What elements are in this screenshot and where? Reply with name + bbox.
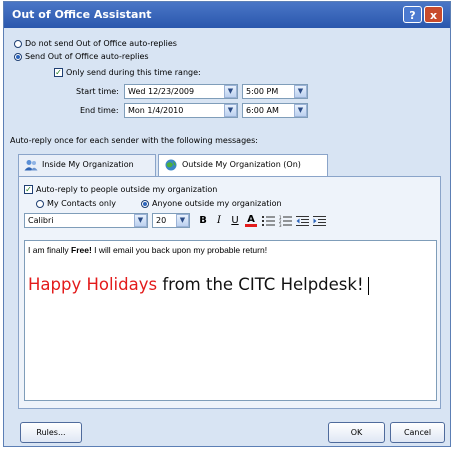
do-not-send-label[interactable]: Do not send Out of Office auto-replies bbox=[25, 39, 177, 49]
font-color-button[interactable]: A bbox=[245, 215, 257, 227]
start-time-select[interactable]: 5:00 PM ▼ bbox=[242, 84, 308, 99]
cancel-button[interactable]: Cancel bbox=[390, 422, 445, 443]
rules-button[interactable]: Rules... bbox=[20, 422, 82, 443]
end-date-picker[interactable]: Mon 1/4/2010 ▼ bbox=[124, 103, 238, 118]
do-not-send-radio[interactable] bbox=[14, 40, 22, 48]
decrease-indent-icon[interactable] bbox=[296, 215, 309, 227]
text-cursor bbox=[367, 276, 369, 295]
end-time-select[interactable]: 6:00 AM ▼ bbox=[242, 103, 308, 118]
message-editor[interactable]: I am finally Free! I will email you back… bbox=[24, 240, 437, 401]
chevron-down-icon[interactable]: ▼ bbox=[224, 104, 237, 117]
bullets-icon[interactable] bbox=[262, 215, 275, 227]
font-value: Calibri bbox=[28, 216, 54, 225]
time-range-label[interactable]: Only send during this time range: bbox=[66, 68, 201, 78]
chevron-down-icon[interactable]: ▼ bbox=[294, 104, 307, 117]
anyone-outside-radio[interactable] bbox=[141, 200, 149, 208]
bold-button[interactable]: B bbox=[197, 215, 209, 227]
message-red-text: Happy Holidays bbox=[28, 275, 158, 294]
chevron-down-icon[interactable]: ▼ bbox=[294, 85, 307, 98]
window-title: Out of Office Assistant bbox=[12, 8, 152, 21]
anyone-outside-label[interactable]: Anyone outside my organization bbox=[152, 199, 282, 209]
start-time-value: 5:00 PM bbox=[246, 87, 279, 96]
my-contacts-only-label[interactable]: My Contacts only bbox=[47, 199, 116, 209]
message-text: from the CITC Helpdesk! bbox=[157, 275, 364, 294]
end-time-label: End time: bbox=[80, 106, 119, 115]
tab-outside-organization[interactable]: Outside My Organization (On) bbox=[158, 154, 328, 177]
my-contacts-only-radio[interactable] bbox=[36, 200, 44, 208]
end-date-value: Mon 1/4/2010 bbox=[128, 106, 184, 115]
start-date-picker[interactable]: Wed 12/23/2009 ▼ bbox=[124, 84, 238, 99]
help-button[interactable]: ? bbox=[403, 6, 422, 23]
font-size-select[interactable]: 20 ▼ bbox=[152, 213, 190, 228]
tab-inside-label: Inside My Organization bbox=[42, 160, 134, 169]
people-icon bbox=[24, 159, 38, 170]
time-range-checkbox[interactable]: ✓ bbox=[54, 68, 63, 77]
close-button[interactable]: x bbox=[424, 6, 443, 23]
autoreply-caption: Auto-reply once for each sender with the… bbox=[10, 136, 258, 145]
message-text: I am finally bbox=[28, 245, 71, 255]
tab-inside-organization[interactable]: Inside My Organization bbox=[18, 154, 156, 176]
send-radio[interactable] bbox=[14, 53, 22, 61]
start-date-value: Wed 12/23/2009 bbox=[128, 87, 195, 96]
increase-indent-icon[interactable] bbox=[313, 215, 326, 227]
numbering-icon[interactable]: 1 2 3 bbox=[279, 215, 292, 227]
ok-button[interactable]: OK bbox=[328, 422, 385, 443]
autoreply-outside-checkbox[interactable]: ✓ bbox=[24, 185, 33, 194]
tab-strip: Inside My Organization Outside My Organi… bbox=[18, 154, 441, 177]
globe-icon bbox=[165, 159, 177, 170]
chevron-down-icon[interactable]: ▼ bbox=[134, 214, 147, 227]
message-bold-text: Free! bbox=[71, 245, 92, 255]
start-time-label: Start time: bbox=[76, 87, 119, 96]
message-line-2: Happy Holidays from the CITC Helpdesk! bbox=[28, 275, 369, 295]
svg-text:3: 3 bbox=[279, 223, 282, 227]
out-of-office-dialog: Out of Office Assistant ? x Do not send … bbox=[3, 1, 451, 447]
title-bar[interactable]: Out of Office Assistant ? x bbox=[4, 2, 450, 28]
autoreply-outside-label[interactable]: Auto-reply to people outside my organiza… bbox=[36, 185, 217, 195]
chevron-down-icon[interactable]: ▼ bbox=[224, 85, 237, 98]
message-line-1: I am finally Free! I will email you back… bbox=[28, 245, 267, 255]
end-time-value: 6:00 AM bbox=[246, 106, 279, 115]
underline-button[interactable]: U bbox=[229, 215, 241, 227]
send-label[interactable]: Send Out of Office auto-replies bbox=[25, 52, 149, 62]
italic-button[interactable]: I bbox=[213, 215, 225, 227]
font-size-value: 20 bbox=[156, 216, 167, 225]
font-select[interactable]: Calibri ▼ bbox=[24, 213, 148, 228]
message-text: I will email you back upon my probable r… bbox=[91, 245, 268, 255]
tab-outside-label: Outside My Organization (On) bbox=[182, 160, 301, 169]
chevron-down-icon[interactable]: ▼ bbox=[176, 214, 189, 227]
